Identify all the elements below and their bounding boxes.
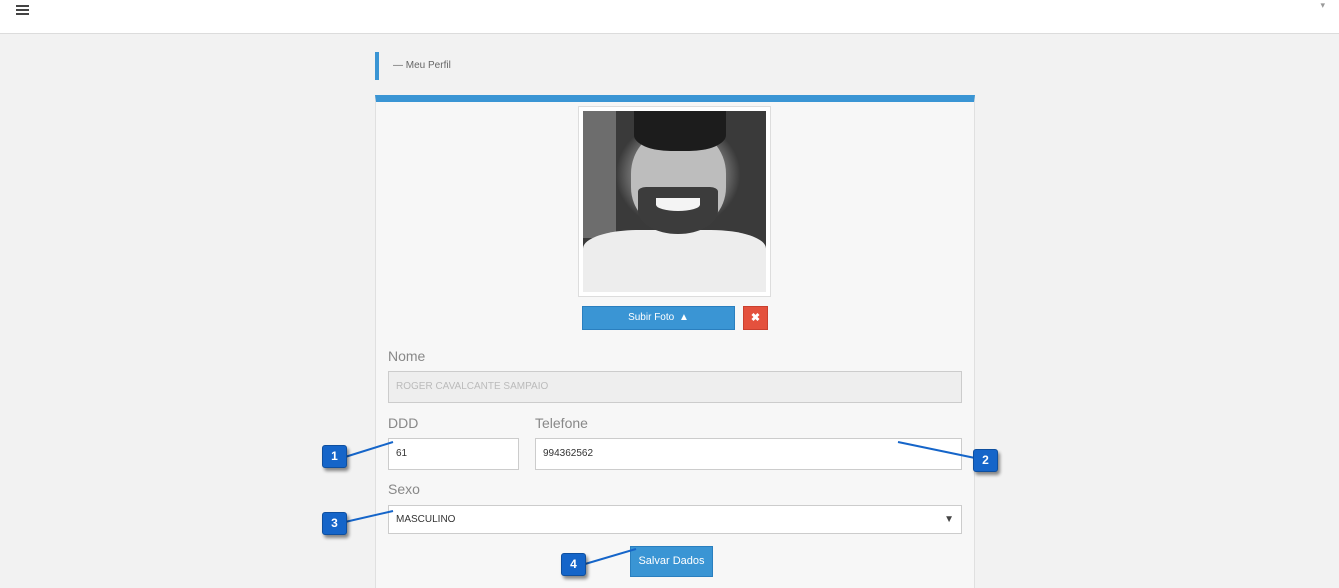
- name-label: Nome: [388, 348, 426, 364]
- sex-label: Sexo: [388, 481, 420, 497]
- ddd-label: DDD: [388, 415, 419, 431]
- breadcrumb: — Meu Perfil: [375, 52, 451, 80]
- upload-photo-label: Subir Foto: [628, 312, 675, 323]
- upload-photo-button[interactable]: Subir Foto ▲: [582, 306, 735, 330]
- user-upload-icon: ▲: [679, 312, 689, 323]
- sex-select[interactable]: MASCULINO ▼: [388, 505, 962, 534]
- hamburger-icon[interactable]: [16, 5, 30, 15]
- profile-photo-frame: [578, 106, 771, 297]
- phone-field[interactable]: 994362562: [535, 438, 962, 470]
- caret-down-icon[interactable]: ▾: [1320, 0, 1325, 11]
- save-button[interactable]: Salvar Dados: [630, 546, 713, 577]
- callout-badge-2: 2: [973, 449, 998, 472]
- profile-photo: [583, 111, 766, 292]
- remove-photo-button[interactable]: ✖: [743, 306, 768, 330]
- ddd-field[interactable]: 61: [388, 438, 519, 470]
- callout-badge-4: 4: [561, 553, 586, 576]
- callout-badge-1: 1: [322, 445, 347, 468]
- profile-panel: Subir Foto ▲ ✖ Nome ROGER CAVALCANTE SAM…: [375, 95, 975, 588]
- close-icon: ✖: [750, 312, 761, 324]
- sex-selected-value: MASCULINO: [396, 514, 456, 525]
- chevron-down-icon: ▼: [944, 514, 954, 525]
- top-navbar: ▾: [0, 0, 1339, 34]
- callout-badge-3: 3: [322, 512, 347, 535]
- name-field: ROGER CAVALCANTE SAMPAIO: [388, 371, 962, 403]
- phone-label: Telefone: [535, 415, 588, 431]
